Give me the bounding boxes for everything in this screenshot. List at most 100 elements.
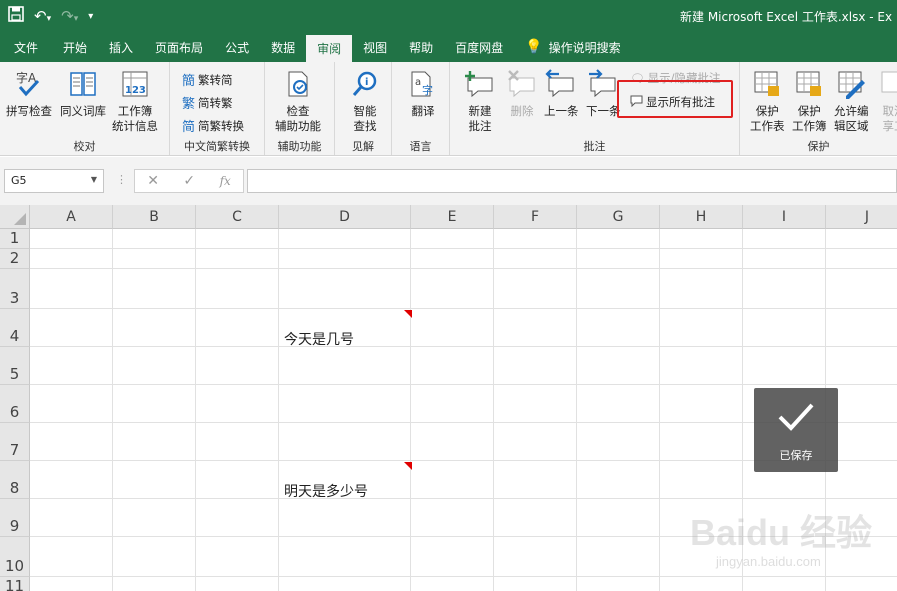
tab-formulas[interactable]: 公式 [214,32,260,62]
edit-ranges-icon [835,68,867,100]
svg-text:字: 字 [422,83,433,97]
undo-icon[interactable]: ↶▾ [34,7,51,25]
cancel-icon[interactable]: ✕ [147,173,159,189]
enter-icon[interactable]: ✓ [183,173,195,189]
formula-input[interactable] [247,169,897,193]
protect-sheet-button[interactable]: 保护 工作表 [750,68,785,134]
name-box[interactable]: G5 ▼ [4,169,104,193]
row-header-1[interactable]: 1 [0,229,30,249]
row-header-11[interactable]: 11 [0,577,30,591]
translate-button[interactable]: a字 翻译 [407,68,439,119]
tab-insert[interactable]: 插入 [98,32,144,62]
protect-workbook-icon [793,68,825,100]
next-comment-button[interactable]: 下一条 [586,68,621,119]
protect-sheet-icon [751,68,783,100]
tab-page-layout[interactable]: 页面布局 [144,32,214,62]
row-header-7[interactable]: 7 [0,423,30,461]
previous-comment-button[interactable]: 上一条 [544,68,579,119]
document-title: 新建 Microsoft Excel 工作表.xlsx - Ex [680,10,893,24]
smart-lookup-button[interactable]: i 智能 查找 [349,68,381,134]
column-header-g[interactable]: G [577,205,660,229]
tell-me-search[interactable]: 💡 操作说明搜索 [514,32,631,62]
tab-data[interactable]: 数据 [260,32,306,62]
formula-buttons: ✕ ✓ fx [134,169,244,193]
check-accessibility-button[interactable]: 检查 辅助功能 [275,68,321,134]
svg-text:123: 123 [125,85,146,96]
quick-access-toolbar: ↶▾ ↷▾ ▾ [8,0,93,32]
chevron-down-icon[interactable]: ▼ [91,175,97,184]
save-icon[interactable] [8,6,24,26]
trad-simp-icon: 簡 [182,74,196,89]
row-header-5[interactable]: 5 [0,347,30,385]
unshare-workbook-button[interactable]: 取消 享工 [878,68,897,134]
insert-function-button[interactable]: fx [220,174,231,188]
column-header-c[interactable]: C [196,205,279,229]
drag-handle-icon[interactable]: ⋮ [116,173,127,186]
tab-file[interactable]: 文件 [0,32,52,62]
svg-text:i: i [365,77,368,88]
select-all-button[interactable] [0,205,30,229]
tab-review[interactable]: 审阅 [306,35,353,62]
allow-edit-ranges-button[interactable]: 允许编 辑区域 [834,68,869,134]
tab-baidu-netdisk[interactable]: 百度网盘 [444,32,514,62]
row-header-2[interactable]: 2 [0,249,30,269]
group-label-chinese: 中文简繁转换 [184,140,250,153]
accessibility-check-icon [282,68,314,100]
new-comment-button[interactable]: 新建 批注 [464,68,496,134]
column-header-j[interactable]: J [826,205,897,229]
column-header-f[interactable]: F [494,205,577,229]
row-header-6[interactable]: 6 [0,385,30,423]
statistics-icon: 123 [119,68,151,100]
ribbon-review: 字A 拼写检查 同义词库 123 工作簿 统计信息 校对 簡 繁转简 繁 简转繁 [0,62,897,156]
search-icon: i [349,68,381,100]
group-protect: 保护 工作表 保护 工作簿 允许编 辑区域 取消 享工 保护 [740,62,897,155]
next-comment-icon [587,68,619,100]
spell-check-button[interactable]: 字A 拼写检查 [6,68,52,119]
comment-indicator[interactable] [404,310,412,318]
row-header-3[interactable]: 3 [0,269,30,309]
cell-d4[interactable]: 今天是几号 [284,329,354,349]
row-header-4[interactable]: 4 [0,309,30,347]
group-accessibility: 检查 辅助功能 辅助功能 [265,62,335,155]
column-header-b[interactable]: B [113,205,196,229]
group-language: a字 翻译 语言 [392,62,450,155]
tab-help[interactable]: 帮助 [398,32,444,62]
delete-comment-button[interactable]: 删除 [506,68,538,119]
svg-text:字A: 字A [16,70,37,85]
column-header-d[interactable]: D [279,205,411,229]
lightbulb-icon: 💡 [525,39,543,55]
svg-text:a: a [415,77,421,88]
cell-d8[interactable]: 明天是多少号 [284,481,368,501]
trad-to-simp-button[interactable]: 簡 繁转简 [182,70,233,90]
column-header-h[interactable]: H [660,205,743,229]
group-insights: i 智能 查找 见解 [335,62,392,155]
customize-icon[interactable]: ▾ [88,11,93,22]
row-header-10[interactable]: 10 [0,537,30,577]
group-label-proofing: 校对 [73,140,96,153]
redo-icon[interactable]: ↷▾ [61,7,78,25]
new-comment-icon [464,68,496,100]
row-header-8[interactable]: 8 [0,461,30,499]
workbook-statistics-button[interactable]: 123 工作簿 统计信息 [112,68,158,134]
protect-workbook-button[interactable]: 保护 工作簿 [792,68,827,134]
comment-indicator[interactable] [404,462,412,470]
row-header-9[interactable]: 9 [0,499,30,537]
column-header-e[interactable]: E [411,205,494,229]
column-header-i[interactable]: I [743,205,826,229]
group-label-protect: 保护 [807,140,830,153]
simp-to-trad-button[interactable]: 繁 简转繁 [182,93,233,113]
watermark-brand: Baidu 经验 [690,512,873,553]
chinese-convert-button[interactable]: 简 简繁转换 [182,116,244,136]
title-bar: ↶▾ ↷▾ ▾ 新建 Microsoft Excel 工作表.xlsx - Ex [0,0,897,32]
group-label-accessibility: 辅助功能 [277,140,322,153]
delete-comment-icon [506,68,538,100]
thesaurus-button[interactable]: 同义词库 [60,68,106,119]
baidu-watermark: Baidu 经验 jingyan.baidu.com [690,490,890,580]
column-header-a[interactable]: A [30,205,113,229]
group-proofing: 字A 拼写检查 同义词库 123 工作簿 统计信息 校对 [0,62,170,155]
unshare-icon [878,68,897,100]
tab-home[interactable]: 开始 [52,32,98,62]
ribbon-tabs: 文件 开始 插入 页面布局 公式 数据 审阅 视图 帮助 百度网盘 💡 操作说明… [0,32,897,62]
tab-view[interactable]: 视图 [352,32,398,62]
simp-trad-icon: 繁 [182,97,196,112]
